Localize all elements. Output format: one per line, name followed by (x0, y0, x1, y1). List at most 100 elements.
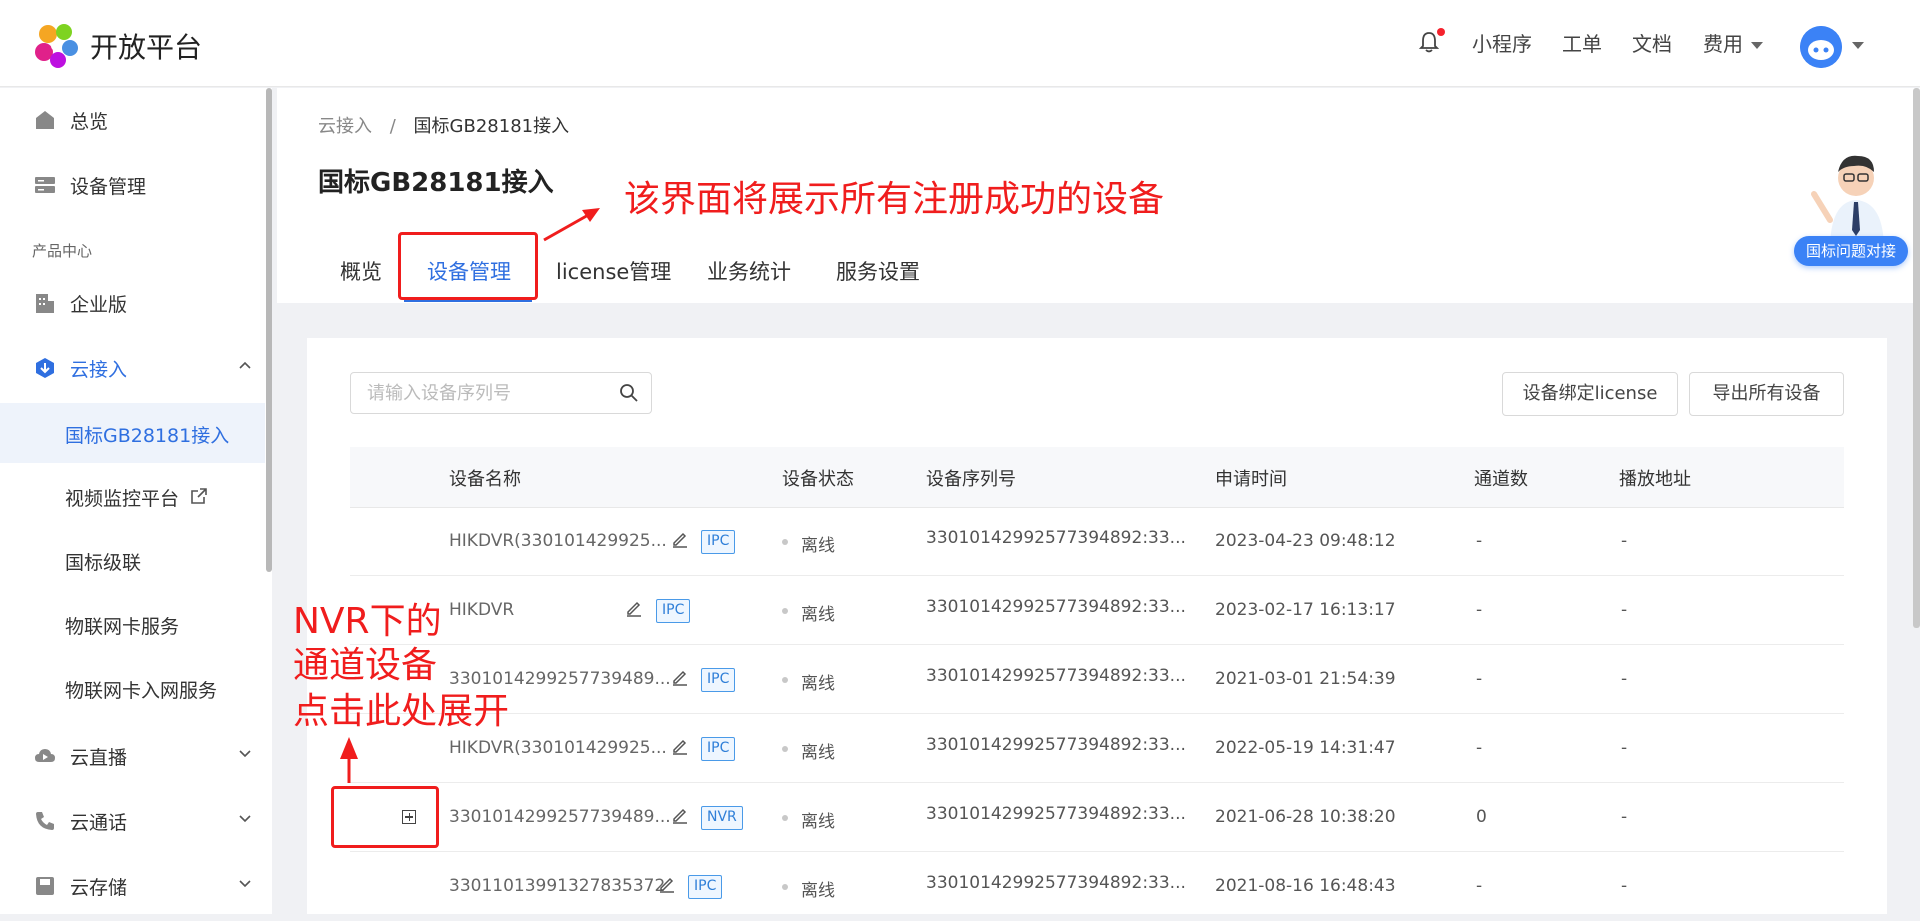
play-url: - (1621, 807, 1628, 827)
tab-license[interactable]: license管理 (556, 256, 671, 286)
sidebar-group-label: 产品中心 (32, 242, 93, 260)
device-type-tag: NVR (701, 806, 743, 830)
sidebar-item-gb28181[interactable]: 国标GB28181接入 (0, 403, 265, 463)
device-name: 330101429925773948​9... (449, 807, 671, 827)
storage-icon (36, 877, 54, 895)
tab-overview[interactable]: 概览 (340, 256, 382, 286)
sidebar-item-label: 国标级联 (65, 552, 142, 574)
device-serial: 33010142992577394892:33... (926, 597, 1186, 617)
table-row[interactable]: HIKDVR IPC 离线 33010142992577394892:33...… (350, 577, 1844, 645)
sidebar-scrollbar[interactable] (266, 88, 272, 572)
channel-count: - (1476, 669, 1483, 689)
status-dot (782, 746, 788, 752)
nav-miniprogram[interactable]: 小程序 (1472, 28, 1532, 57)
status-dot (782, 677, 788, 683)
edit-icon[interactable] (671, 530, 689, 548)
channel-count: - (1476, 531, 1483, 551)
breadcrumb: 云接入 / 国标GB28181接入 (318, 112, 569, 138)
channel-count: - (1476, 876, 1483, 896)
logo-icon[interactable] (30, 20, 82, 72)
notification-dot (1437, 28, 1445, 36)
device-type-tag: IPC (688, 875, 723, 899)
sidebar-item-video-platform[interactable]: 视频监控平台 (0, 466, 265, 526)
device-name: 33011013991327835372 (449, 876, 666, 896)
edit-icon[interactable] (671, 668, 689, 686)
sidebar-item-iot-card[interactable]: 物联网卡服务 (0, 594, 265, 654)
channel-count: - (1476, 738, 1483, 758)
channel-count: 0 (1476, 807, 1487, 827)
sidebar-item-overview[interactable]: 总览 (0, 90, 265, 150)
col-status: 设备状态 (782, 469, 854, 490)
sidebar: 总览 设备管理 产品中心 企业版 云接入 国标GB28181接入 视频监控平台 … (0, 88, 272, 914)
edit-icon[interactable] (625, 599, 643, 617)
building-icon (36, 294, 54, 313)
search-input[interactable] (365, 382, 609, 405)
export-all-button[interactable]: 导出所有设备 (1689, 372, 1844, 416)
edit-icon[interactable] (658, 875, 676, 893)
device-type-tag: IPC (701, 668, 736, 692)
table-row[interactable]: 33011013991327835372 IPC 离线 330101429925… (350, 853, 1844, 921)
device-type-tag: IPC (701, 530, 736, 554)
breadcrumb-current: 国标GB28181接入 (413, 116, 570, 137)
device-status: 离线 (801, 536, 835, 556)
table-row[interactable]: 330101429925773948​9... NVR 离线 330101429… (350, 784, 1844, 852)
chevron-down-icon (239, 815, 251, 823)
sidebar-item-iot-card-network[interactable]: 物联网卡入网服务 (0, 658, 265, 718)
annotation-arrow-up-icon (340, 737, 358, 783)
edit-icon[interactable] (671, 737, 689, 755)
breadcrumb-parent[interactable]: 云接入 (318, 116, 372, 137)
nav-ticket[interactable]: 工单 (1562, 28, 1602, 57)
device-name: HIKDVR(330101429925... (449, 531, 667, 551)
sidebar-item-enterprise[interactable]: 企业版 (0, 273, 265, 333)
sidebar-item-cloud-storage[interactable]: 云存储 (0, 856, 265, 916)
download-shield-icon (36, 358, 54, 378)
nav-fee-dropdown[interactable]: 费用 (1703, 28, 1763, 57)
device-serial: 33010142992577394892:33... (926, 735, 1186, 755)
play-url: - (1621, 531, 1628, 551)
device-name: HIKDVR(330101429925... (449, 738, 667, 758)
bind-license-button[interactable]: 设备绑定license (1502, 372, 1678, 416)
nav-docs[interactable]: 文档 (1632, 28, 1672, 57)
sidebar-item-label: 企业版 (70, 294, 128, 316)
device-status: 离线 (801, 743, 835, 763)
table-row[interactable]: 330101429925773948​9... IPC 离线 330101429… (350, 646, 1844, 714)
sidebar-item-label: 设备管理 (70, 176, 147, 198)
apply-time: 2021-06-28 10:38:20 (1215, 807, 1396, 827)
sidebar-item-cascade[interactable]: 国标级联 (0, 530, 265, 590)
sidebar-item-cloud-call[interactable]: 云通话 (0, 791, 265, 851)
sidebar-item-device-mgmt[interactable]: 设备管理 (0, 155, 265, 215)
tab-settings[interactable]: 服务设置 (836, 256, 920, 286)
play-url: - (1621, 876, 1628, 896)
sidebar-item-cloud-live[interactable]: 云直播 (0, 726, 265, 786)
play-url: - (1621, 669, 1628, 689)
device-status: 离线 (801, 674, 835, 694)
table-row[interactable]: HIKDVR(330101429925... IPC 离线 3301014299… (350, 508, 1844, 576)
sidebar-item-cloud-access[interactable]: 云接入 (0, 338, 265, 398)
chevron-down-icon[interactable] (1852, 42, 1864, 49)
faq-helper-button[interactable]: 国标问题对接 (1794, 236, 1908, 266)
search-box[interactable] (350, 372, 652, 414)
device-serial: 33010142992577394892:33... (926, 804, 1186, 824)
table-header: 设备名称 设备状态 设备序列号 申请时间 通道数 播放地址 (350, 447, 1844, 508)
device-serial: 33010142992577394892:33... (926, 873, 1186, 893)
device-name: 330101429925773948​9... (449, 669, 671, 689)
annotation-arrow-icon (543, 208, 600, 242)
search-icon[interactable] (619, 383, 639, 403)
cloud-play-icon (35, 749, 55, 762)
apply-time: 2022-05-19 14:31:47 (1215, 738, 1396, 758)
tab-stats[interactable]: 业务统计 (707, 256, 791, 286)
nav-fee-label: 费用 (1703, 32, 1743, 56)
page-scrollbar[interactable] (1913, 88, 1920, 628)
table-row[interactable]: HIKDVR(330101429925... IPC 离线 3301014299… (350, 715, 1844, 783)
phone-icon (36, 812, 54, 830)
status-dot (782, 539, 788, 545)
edit-icon[interactable] (671, 806, 689, 824)
avatar[interactable] (1800, 26, 1842, 68)
device-name: HIKDVR (449, 600, 515, 620)
chevron-up-icon (239, 361, 251, 369)
brand-name[interactable]: 开放平台 (90, 26, 202, 66)
col-apply-time: 申请时间 (1215, 469, 1287, 490)
channel-count: - (1476, 600, 1483, 620)
sidebar-item-label: 总览 (70, 111, 109, 133)
sidebar-item-label: 视频监控平台 (65, 488, 180, 510)
